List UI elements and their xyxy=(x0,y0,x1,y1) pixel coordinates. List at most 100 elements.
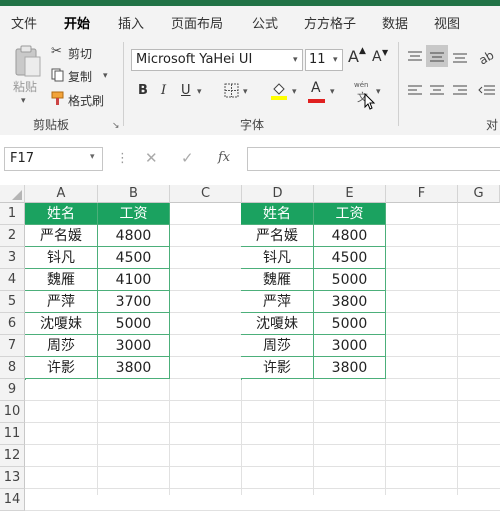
salary-cell[interactable]: 3700 xyxy=(98,291,170,313)
column-header-c[interactable]: C xyxy=(170,185,242,203)
insert-function-icon[interactable]: fx xyxy=(218,150,230,165)
name-cell[interactable]: 许影 xyxy=(25,357,98,379)
table-header-cell[interactable]: 工资 xyxy=(98,203,170,225)
borders-dropdown-icon[interactable]: ▾ xyxy=(243,87,248,97)
salary-cell[interactable]: 5000 xyxy=(314,313,386,335)
select-all-corner[interactable] xyxy=(0,185,25,203)
cut-button[interactable]: 剪切 xyxy=(68,45,92,62)
font-size-dropdown-icon[interactable]: ▾ xyxy=(333,55,338,65)
name-cell[interactable]: 严萍 xyxy=(25,291,98,313)
salary-cell[interactable]: 3000 xyxy=(314,335,386,357)
decrease-font-icon[interactable]: A xyxy=(372,49,382,65)
table-header-cell[interactable]: 工资 xyxy=(314,203,386,225)
salary-cell[interactable]: 3800 xyxy=(314,357,386,379)
salary-cell[interactable]: 5000 xyxy=(314,269,386,291)
align-bottom-icon[interactable] xyxy=(452,50,468,64)
align-top-icon[interactable] xyxy=(407,50,423,64)
row-header[interactable]: 9 xyxy=(0,379,25,401)
enter-icon[interactable]: ✓ xyxy=(181,149,194,167)
name-cell[interactable]: 沈嗄妹 xyxy=(25,313,98,335)
salary-cell[interactable]: 4500 xyxy=(314,247,386,269)
column-header-b[interactable]: B xyxy=(98,185,170,203)
clipboard-launcher-icon[interactable]: ↘ xyxy=(112,121,120,131)
salary-cell[interactable]: 4800 xyxy=(314,225,386,247)
row-header[interactable]: 5 xyxy=(0,291,25,313)
align-middle-icon[interactable] xyxy=(429,50,445,64)
underline-button[interactable]: U xyxy=(181,83,191,98)
increase-font-icon[interactable]: A xyxy=(348,47,359,66)
row-header[interactable]: 1 xyxy=(0,203,25,225)
name-cell[interactable]: 魏雁 xyxy=(241,269,314,291)
italic-button[interactable]: I xyxy=(161,83,166,98)
column-header-g[interactable]: G xyxy=(458,185,500,203)
paste-button[interactable]: 粘贴 xyxy=(13,78,37,95)
tab-home[interactable]: 开始 xyxy=(64,13,90,32)
name-cell[interactable]: 沈嗄妹 xyxy=(241,313,314,335)
column-header-e[interactable]: E xyxy=(314,185,386,203)
align-left-icon[interactable] xyxy=(407,84,423,98)
salary-cell[interactable]: 4500 xyxy=(98,247,170,269)
row-header[interactable]: 4 xyxy=(0,269,25,291)
salary-cell[interactable]: 3800 xyxy=(314,291,386,313)
row-header[interactable]: 6 xyxy=(0,313,25,335)
column-header-a[interactable]: A xyxy=(25,185,98,203)
name-cell[interactable]: 严名媛 xyxy=(241,225,314,247)
worksheet-grid[interactable]: A B C D E F G 1 2 3 4 5 6 7 8 9 10 11 12 13 14 姓名 工资 严名… xyxy=(0,185,500,511)
name-cell[interactable]: 严萍 xyxy=(241,291,314,313)
name-cell[interactable]: 周莎 xyxy=(25,335,98,357)
table-header-cell[interactable]: 姓名 xyxy=(241,203,314,225)
orientation-icon[interactable]: ab xyxy=(478,48,498,66)
tab-page-layout[interactable]: 页面布局 xyxy=(171,13,223,32)
tab-formulas[interactable]: 公式 xyxy=(252,13,278,32)
bold-button[interactable]: B xyxy=(138,83,148,98)
cancel-icon[interactable]: ✕ xyxy=(145,149,158,167)
paste-icon[interactable] xyxy=(13,44,43,78)
font-color-dropdown-icon[interactable]: ▾ xyxy=(330,87,335,97)
salary-cell[interactable]: 5000 xyxy=(98,313,170,335)
salary-cell[interactable]: 4100 xyxy=(98,269,170,291)
fill-color-dropdown-icon[interactable]: ▾ xyxy=(292,87,297,97)
salary-cell[interactable]: 3000 xyxy=(98,335,170,357)
underline-dropdown-icon[interactable]: ▾ xyxy=(197,87,202,97)
font-color-button[interactable]: A xyxy=(311,80,321,96)
row-header[interactable]: 7 xyxy=(0,335,25,357)
copy-dropdown-icon[interactable]: ▾ xyxy=(103,71,108,81)
name-cell[interactable]: 钭凡 xyxy=(241,247,314,269)
row-header[interactable]: 10 xyxy=(0,401,25,423)
table-header-cell[interactable]: 姓名 xyxy=(25,203,98,225)
copy-button[interactable]: 复制 xyxy=(68,68,92,85)
tab-fangfang[interactable]: 方方格子 xyxy=(304,13,356,32)
row-header[interactable]: 11 xyxy=(0,423,25,445)
name-box-dropdown-icon[interactable]: ▾ xyxy=(90,152,95,162)
name-cell[interactable]: 钭凡 xyxy=(25,247,98,269)
tab-view[interactable]: 视图 xyxy=(434,13,460,32)
column-header-f[interactable]: F xyxy=(386,185,458,203)
fill-color-icon[interactable] xyxy=(270,81,288,101)
name-cell[interactable]: 严名媛 xyxy=(25,225,98,247)
tab-insert[interactable]: 插入 xyxy=(118,13,144,32)
row-header[interactable]: 14 xyxy=(0,489,25,511)
align-center-icon[interactable] xyxy=(429,84,445,98)
phonetic-dropdown-icon[interactable]: ▾ xyxy=(376,87,381,97)
font-name-dropdown-icon[interactable]: ▾ xyxy=(293,55,298,65)
tab-file[interactable]: 文件 xyxy=(11,13,37,32)
name-cell[interactable]: 魏雁 xyxy=(25,269,98,291)
formula-input[interactable] xyxy=(247,147,500,171)
format-painter-button[interactable]: 格式刷 xyxy=(68,92,104,109)
column-header-d[interactable]: D xyxy=(242,185,314,203)
salary-cell[interactable]: 4800 xyxy=(98,225,170,247)
decrease-indent-icon[interactable] xyxy=(478,84,496,98)
font-name-field[interactable]: Microsoft YaHei UI xyxy=(131,49,303,71)
row-header[interactable]: 13 xyxy=(0,467,25,489)
row-header[interactable]: 8 xyxy=(0,357,25,379)
tab-data[interactable]: 数据 xyxy=(382,13,408,32)
salary-cell[interactable]: 3800 xyxy=(98,357,170,379)
name-cell[interactable]: 许影 xyxy=(241,357,314,379)
name-box[interactable]: F17 ▾ xyxy=(4,147,103,171)
paste-dropdown-icon[interactable]: ▾ xyxy=(21,96,26,106)
row-header[interactable]: 2 xyxy=(0,225,25,247)
row-header[interactable]: 12 xyxy=(0,445,25,467)
name-cell[interactable]: 周莎 xyxy=(241,335,314,357)
align-right-icon[interactable] xyxy=(452,84,468,98)
borders-icon[interactable] xyxy=(224,83,240,99)
